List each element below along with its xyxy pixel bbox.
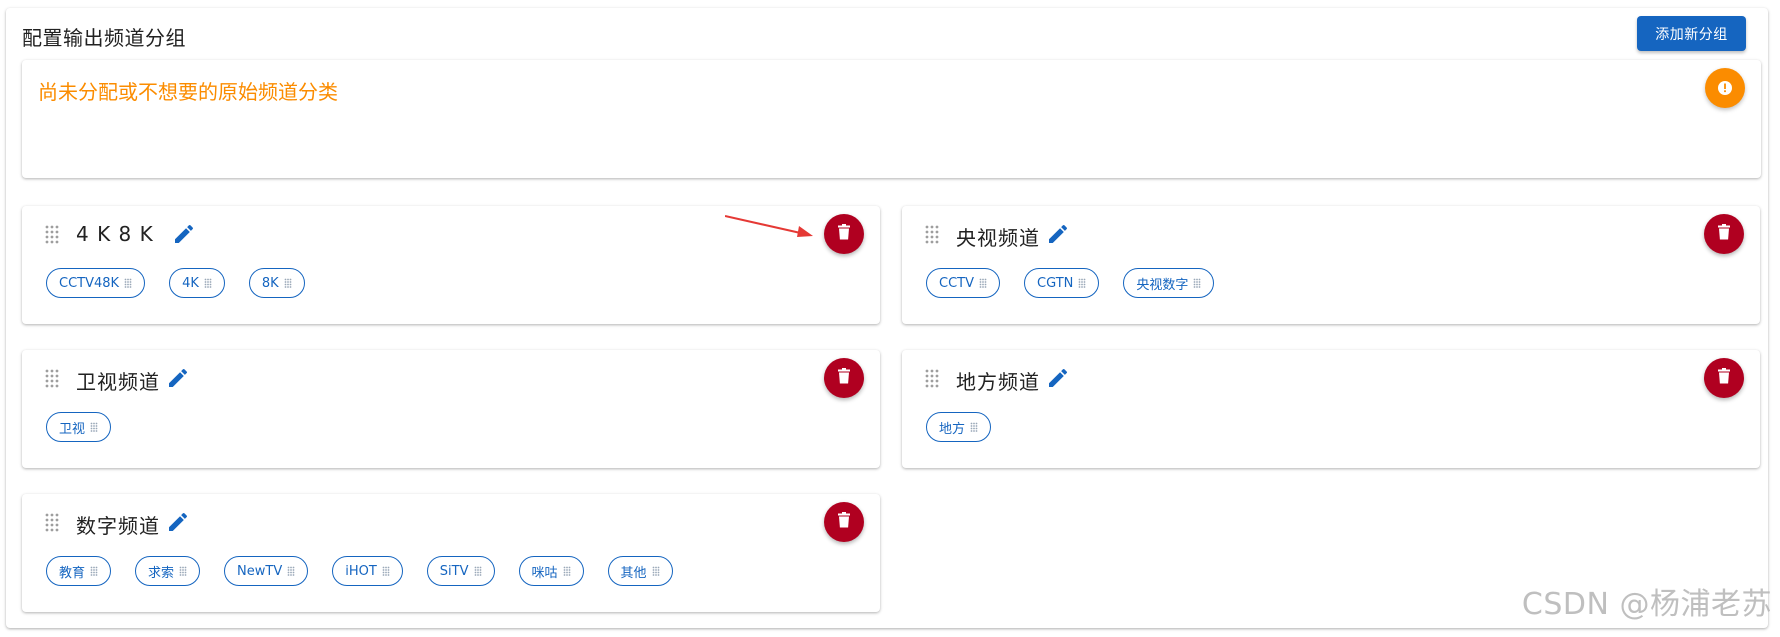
channel-chip-label: 求索 — [148, 565, 175, 581]
drag-handle-icon[interactable] — [44, 224, 60, 244]
channel-chip[interactable]: NewTV — [224, 556, 309, 586]
edit-group-name-icon[interactable] — [166, 510, 190, 534]
chip-drag-icon — [1193, 278, 1201, 289]
channel-chip-label: iHOT — [345, 563, 377, 579]
channel-chip[interactable]: 8K — [248, 268, 305, 298]
group-name: 数字频道 — [76, 514, 160, 538]
channel-chip-label: CCTV — [939, 275, 974, 291]
channel-chip[interactable]: 卫视 — [46, 412, 112, 442]
trash-icon — [837, 368, 851, 388]
channel-chip-label: CCTV48K — [59, 275, 120, 291]
watermark: CSDN @杨浦老苏 — [1521, 587, 1772, 622]
group-name: 卫视频道 — [76, 370, 160, 394]
uncategorized-title: 尚未分配或不想要的原始频道分类 — [38, 80, 338, 104]
channel-chip-list: 卫视 — [46, 412, 135, 442]
group-card: 地方频道地方 — [902, 350, 1760, 468]
delete-group-button[interactable] — [1704, 214, 1744, 254]
group-name: 地方频道 — [956, 370, 1040, 394]
channel-chip-label: 其他 — [620, 565, 647, 581]
edit-group-name-icon[interactable] — [1046, 366, 1070, 390]
channel-chip[interactable]: CGTN — [1024, 268, 1100, 298]
channel-chip[interactable]: iHOT — [332, 556, 403, 586]
delete-group-button[interactable] — [1704, 358, 1744, 398]
channel-chip[interactable]: CCTV — [926, 268, 1000, 298]
channel-chip[interactable]: SiTV — [426, 556, 495, 586]
edit-group-name-icon[interactable] — [1046, 222, 1070, 246]
channel-chip[interactable]: 央视数字 — [1123, 268, 1215, 298]
channel-chip-label: NewTV — [237, 563, 283, 579]
delete-group-button[interactable] — [824, 214, 864, 254]
page-title: 配置输出频道分组 — [22, 26, 186, 50]
edit-group-name-icon[interactable] — [166, 366, 190, 390]
chip-drag-icon — [124, 278, 132, 289]
chip-drag-icon — [284, 278, 292, 289]
channel-chip-label: 地方 — [939, 421, 966, 437]
chip-drag-icon — [90, 422, 98, 433]
channel-chip-label: 央视数字 — [1136, 277, 1189, 293]
channel-chip[interactable]: 地方 — [926, 412, 992, 442]
channel-chip-label: 咪咕 — [531, 565, 558, 581]
chip-drag-icon — [652, 566, 660, 577]
channel-chip-label: 8K — [261, 275, 279, 291]
channel-chip[interactable]: CCTV48K — [46, 268, 146, 298]
channel-chip-label: 4K — [182, 275, 199, 291]
group-name: 央视频道 — [956, 226, 1040, 250]
channel-chip-list: CCTV CGTN 央视数字 — [926, 268, 1238, 298]
channel-chip[interactable]: 其他 — [607, 556, 673, 586]
chip-drag-icon — [474, 566, 482, 577]
channel-chip-label: 教育 — [59, 565, 86, 581]
uncategorized-card: 尚未分配或不想要的原始频道分类 — [22, 60, 1761, 178]
chip-drag-icon — [1078, 278, 1086, 289]
chip-drag-icon — [979, 278, 987, 289]
group-card: 央视频道 CCTV CGTN 央视数字 — [902, 206, 1760, 324]
group-name: 4 K 8 K — [76, 222, 154, 246]
add-group-button[interactable]: 添加新分组 — [1637, 16, 1746, 51]
trash-icon — [837, 512, 851, 532]
delete-group-button[interactable] — [824, 502, 864, 542]
channel-chip[interactable]: 求索 — [135, 556, 201, 586]
chip-drag-icon — [287, 566, 295, 577]
trash-icon — [1717, 368, 1731, 388]
chip-drag-icon — [970, 422, 978, 433]
chip-drag-icon — [179, 566, 187, 577]
delete-group-button[interactable] — [824, 358, 864, 398]
annotation-arrow — [725, 215, 813, 237]
channel-chip[interactable]: 4K — [169, 268, 225, 298]
channel-chip[interactable]: 咪咕 — [518, 556, 584, 586]
drag-handle-icon[interactable] — [924, 224, 940, 244]
channel-chip[interactable]: 教育 — [46, 556, 112, 586]
channel-chip-list: CCTV48K 4K 8K — [46, 268, 329, 298]
drag-handle-icon[interactable] — [44, 512, 60, 532]
trash-icon — [1717, 224, 1731, 244]
trash-icon — [837, 224, 851, 244]
channel-chip-list: 地方 — [926, 412, 1015, 442]
chip-drag-icon — [90, 566, 98, 577]
channel-chip-label: 卫视 — [59, 421, 86, 437]
drag-handle-icon[interactable] — [924, 368, 940, 388]
chip-drag-icon — [382, 566, 390, 577]
group-card: 卫视频道卫视 — [22, 350, 880, 468]
channel-chip-label: CGTN — [1037, 275, 1074, 291]
group-card: 数字频道教育 求索 NewTV iHOT SiTV 咪咕 其他 — [22, 494, 880, 612]
channel-chip-label: SiTV — [439, 563, 469, 579]
drag-handle-icon[interactable] — [44, 368, 60, 388]
alert-icon — [1718, 81, 1732, 95]
alert-button[interactable] — [1705, 68, 1745, 108]
chip-drag-icon — [204, 278, 212, 289]
chip-drag-icon — [563, 566, 571, 577]
edit-group-name-icon[interactable] — [172, 222, 196, 246]
channel-chip-list: 教育 求索 NewTV iHOT SiTV 咪咕 其他 — [46, 556, 697, 586]
